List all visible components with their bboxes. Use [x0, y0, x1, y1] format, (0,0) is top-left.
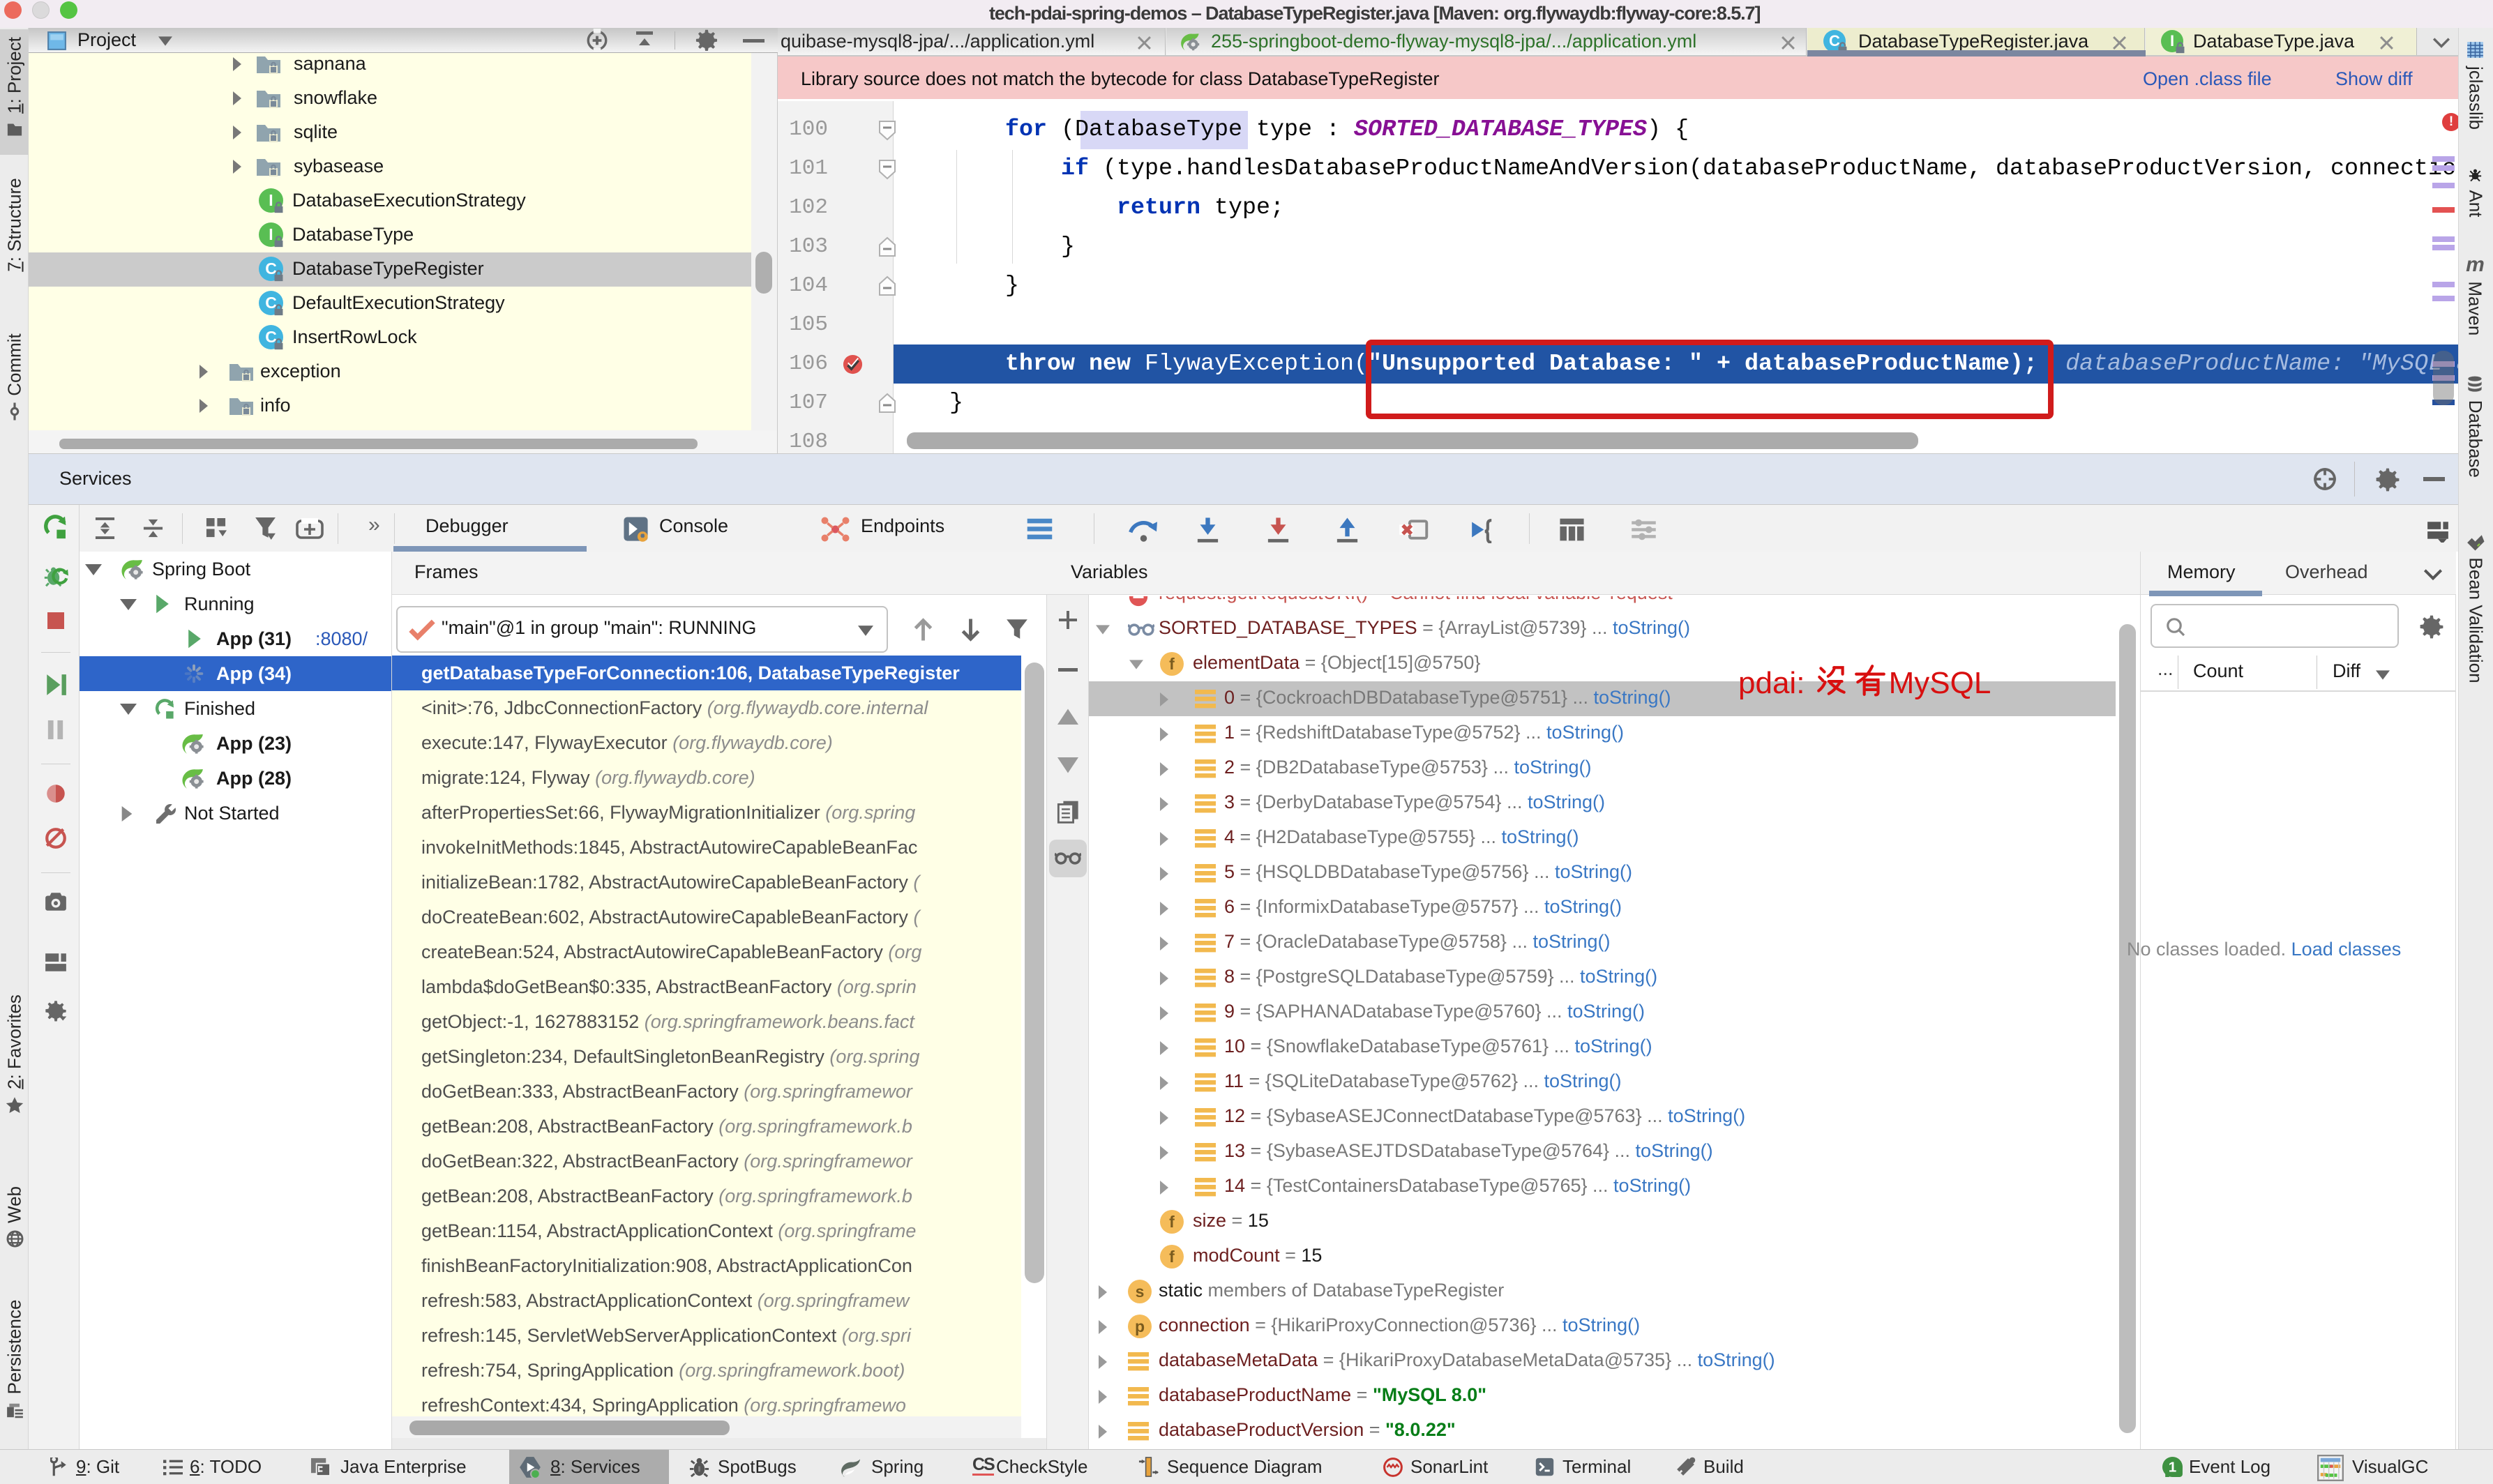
svg-text:1: 1 [2169, 1460, 2176, 1476]
